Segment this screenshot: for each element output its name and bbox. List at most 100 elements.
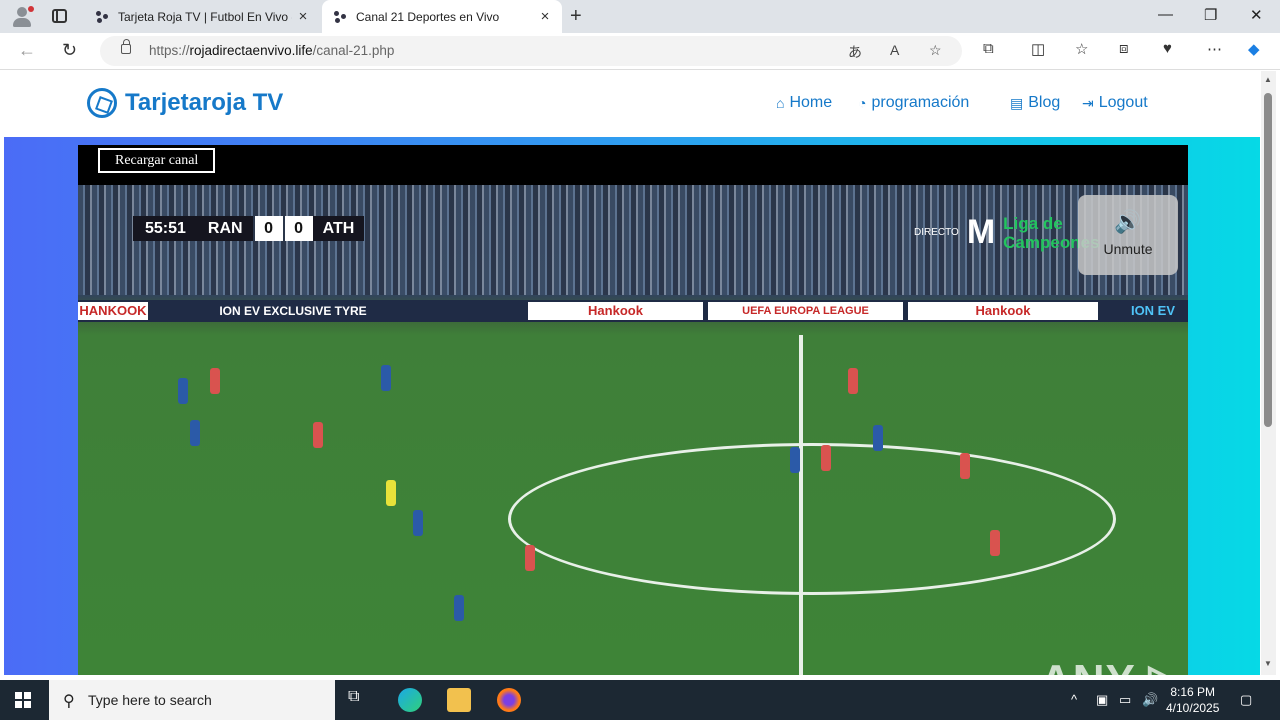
edge-browser-icon[interactable] [398, 688, 422, 712]
referee-figure [386, 480, 396, 506]
favorite-star-icon[interactable]: ☆ [929, 42, 942, 59]
tab-actions-icon[interactable] [52, 9, 67, 23]
player-figure [848, 368, 858, 394]
clock-time: 8:16 PM [1170, 685, 1216, 699]
newspaper-icon: ▤ [1010, 94, 1024, 111]
logo-text: Tarjetaroja TV [125, 89, 284, 116]
taskbar-search[interactable]: ⚲ Type here to search [49, 680, 335, 720]
taskbar-search-placeholder: Type here to search [88, 692, 212, 708]
player-figure [525, 545, 535, 571]
nav-logout-label: Logout [1098, 94, 1148, 111]
maximize-button[interactable]: ❐ [1204, 6, 1217, 24]
tab-title: Canal 21 Deportes en Vivo [356, 9, 500, 24]
nav-programacion-label: programación [871, 94, 970, 111]
address-bar[interactable]: https://rojadirectaenvivo.life/canal-21.… [100, 36, 962, 66]
extensions-icon[interactable]: ⧉ [983, 40, 994, 57]
ad-boards: HANKOOK ION EV EXCLUSIVE TYRE Hankook UE… [78, 300, 1188, 322]
windows-start-icon[interactable] [15, 692, 31, 708]
unmute-button[interactable]: 🔊 Unmute [1078, 195, 1178, 275]
site-logo[interactable]: Tarjetaroja TV [87, 88, 283, 118]
nav-programacion[interactable]: ◔ programación [858, 94, 969, 112]
show-hidden-icons-icon[interactable]: ^ [1071, 692, 1077, 707]
away-score: 0 [284, 216, 313, 241]
tab-close-icon[interactable]: × [292, 8, 314, 25]
player-figure [960, 453, 970, 479]
away-team: ATH [312, 216, 365, 241]
player-figure [381, 365, 391, 391]
scroll-thumb[interactable] [1264, 93, 1272, 427]
unmute-label: Unmute [1103, 241, 1153, 257]
logout-icon: ⇥ [1082, 94, 1094, 111]
minimize-button[interactable]: — [1158, 6, 1173, 23]
lock-icon[interactable] [121, 39, 131, 54]
player-figure [821, 445, 831, 471]
firefox-icon[interactable] [497, 688, 521, 712]
player-figure [313, 422, 323, 448]
tab-bar: Tarjeta Roja TV | Futbol En Vivo - × Can… [0, 0, 1280, 33]
url-text[interactable]: https://rojadirectaenvivo.life/canal-21.… [149, 43, 394, 58]
player-figure [873, 425, 883, 451]
network-icon[interactable]: ▭ [1119, 692, 1131, 708]
movistar-logo: M [966, 213, 996, 251]
collections-icon[interactable]: ⧈ [1119, 40, 1129, 57]
scroll-down-icon[interactable]: ▼ [1264, 659, 1272, 668]
ad-board: ION EV EXCLUSIVE TYRE [219, 304, 367, 318]
new-tab-button[interactable]: + [570, 5, 582, 28]
split-screen-icon[interactable]: ◫ [1031, 40, 1045, 58]
tab-canal-21[interactable]: Canal 21 Deportes en Vivo × [322, 0, 562, 33]
player-figure [190, 420, 200, 446]
copilot-icon[interactable]: ◆ [1248, 40, 1260, 58]
taskbar-clock[interactable]: 8:16 PM 4/10/2025 [1166, 684, 1219, 716]
video-player[interactable]: Recargar canal HANKOOK ION EV EXCLUSIVE … [78, 145, 1188, 675]
nav-home-label: Home [789, 94, 833, 111]
scroll-up-icon[interactable]: ▲ [1264, 75, 1272, 84]
ad-board: ION EV [1130, 303, 1176, 318]
player-figure [178, 378, 188, 404]
battery-icon[interactable]: ▣ [1096, 692, 1108, 708]
scoreboard: 55:51 RAN 0 0 ATH [133, 216, 365, 241]
web-page: Tarjetaroja TV ⌂ Home ◔ programación ▤ B… [4, 71, 1260, 675]
tab-tarjeta-roja[interactable]: Tarjeta Roja TV | Futbol En Vivo - × [84, 0, 320, 33]
refresh-icon[interactable]: ↻ [62, 40, 77, 61]
site-favicon-icon [332, 9, 348, 25]
site-navbar: Tarjetaroja TV ⌂ Home ◔ programación ▤ B… [4, 71, 1260, 137]
profile-icon[interactable] [10, 5, 34, 29]
match-clock: 55:51 [133, 216, 198, 241]
nav-logout[interactable]: ⇥ Logout [1082, 94, 1148, 112]
clock-date: 4/10/2025 [1166, 701, 1220, 715]
volume-icon[interactable]: 🔊 [1142, 692, 1158, 708]
home-score: 0 [254, 216, 283, 241]
nav-blog-label: Blog [1028, 94, 1061, 111]
ad-board: Hankook [528, 302, 703, 320]
broadcaster-logo: DIRECTO M Liga de Campeones [914, 213, 1100, 252]
ad-board: UEFA EUROPA LEAGUE [708, 302, 903, 320]
file-explorer-icon[interactable] [447, 688, 471, 712]
page-scrollbar[interactable]: ▲ ▼ [1261, 71, 1276, 675]
task-view-icon[interactable]: ⧉ [348, 688, 372, 712]
performance-icon[interactable]: ♥ [1163, 40, 1172, 57]
nav-blog[interactable]: ▤ Blog [1010, 94, 1060, 112]
player-figure [454, 595, 464, 621]
aperture-icon [87, 88, 117, 118]
notifications-icon[interactable]: ▢ [1240, 692, 1252, 708]
tab-close-icon[interactable]: × [534, 8, 556, 25]
windows-taskbar: ⚲ Type here to search ⧉ ^ ▣ ▭ 🔊 8:16 PM … [0, 680, 1280, 720]
anyrun-watermark: ANY ▷ RUN [1040, 655, 1188, 675]
favorites-icon[interactable]: ☆ [1075, 40, 1088, 58]
home-icon: ⌂ [776, 95, 785, 111]
reload-channel-button[interactable]: Recargar canal [98, 148, 216, 173]
nav-home[interactable]: ⌂ Home [776, 94, 832, 112]
translate-icon[interactable]: あ [848, 42, 862, 62]
live-label: DIRECTO [914, 227, 959, 238]
read-aloud-icon[interactable]: A [890, 42, 899, 58]
close-window-button[interactable]: ✕ [1250, 6, 1263, 24]
center-circle [508, 443, 1116, 595]
site-favicon-icon [94, 9, 110, 25]
home-team: RAN [197, 216, 253, 241]
more-menu-icon[interactable]: ⋯ [1207, 40, 1222, 58]
ad-board: HANKOOK [78, 302, 148, 320]
back-arrow-icon[interactable]: ← [18, 40, 36, 61]
player-figure [413, 510, 423, 536]
search-icon: ⚲ [63, 693, 75, 710]
speaker-icon: 🔊 [1114, 209, 1142, 234]
